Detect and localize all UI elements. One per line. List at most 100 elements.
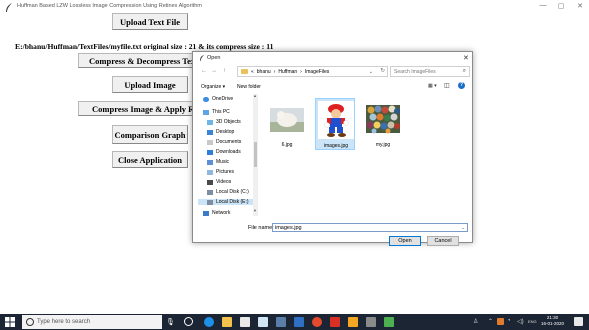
preview-pane-icon[interactable]: ◫ — [444, 82, 450, 89]
image-thumbnail — [366, 105, 400, 134]
music-icon — [207, 159, 213, 165]
breadcrumb-overflow[interactable]: « — [251, 69, 254, 75]
store-icon[interactable] — [240, 317, 250, 327]
cancel-button[interactable]: Cancel — [427, 236, 459, 246]
app-icon[interactable] — [294, 317, 304, 327]
tray-app-icon[interactable] — [497, 318, 504, 325]
file-item[interactable]: my.jpg — [363, 98, 403, 150]
image-thumbnail — [318, 101, 354, 139]
folder-icon — [241, 69, 248, 74]
scroll-down-icon[interactable]: ▼ — [253, 208, 257, 213]
document-icon — [207, 139, 213, 145]
file-name-input[interactable]: images.jpg ⌄ — [272, 223, 468, 232]
notepad-icon[interactable] — [366, 317, 376, 327]
compress-decompress-text-button[interactable]: Compress & Decompress Text — [78, 53, 193, 68]
pdf-icon[interactable] — [330, 317, 340, 327]
maximize-button[interactable]: ▢ — [556, 2, 566, 10]
file-name-value: images.jpg — [275, 224, 302, 231]
help-icon[interactable]: ? — [458, 82, 465, 89]
language-indicator[interactable]: ENG — [528, 319, 537, 324]
feather-icon — [200, 55, 204, 61]
navigation-pane: OneDrive This PC 3D Objects Desktop Docu… — [197, 94, 254, 216]
taskbar-search-input[interactable]: Type here to search — [22, 315, 162, 329]
image-thumbnail — [270, 108, 304, 132]
view-options-icon[interactable]: ▦ ▾ — [428, 83, 437, 89]
app-title: Huffman Based LZW Lossless Image Compres… — [17, 3, 202, 9]
network-icon[interactable]: ◔ — [507, 318, 511, 324]
search-icon: ⌕ — [462, 68, 466, 74]
nav-scrollbar[interactable]: ▲ ▼ — [253, 93, 258, 216]
compress-image-retinex-button[interactable]: Compress Image & Apply Retinex — [78, 101, 193, 116]
file-list: 6.jpg images.jpg my.jpg — [259, 94, 470, 216]
file-name: images.jpg — [323, 143, 349, 149]
breadcrumb-separator: › — [273, 68, 276, 75]
nav-item-desktop[interactable]: Desktop — [207, 129, 234, 135]
chrome-icon[interactable] — [312, 317, 322, 327]
clock-date: 16-01-2020 — [541, 321, 565, 326]
comparison-graph-button[interactable]: Comparison Graph — [112, 125, 188, 144]
upload-image-button[interactable]: Upload Image — [112, 76, 188, 93]
file-name: my.jpg — [375, 142, 391, 148]
scrollbar-thumb[interactable] — [254, 142, 257, 167]
close-application-button[interactable]: Close Application — [112, 151, 188, 168]
photos-icon[interactable] — [258, 317, 268, 327]
breadcrumb-imagefiles[interactable]: ImageFiles — [305, 69, 329, 75]
nav-item-local-disk-e[interactable]: Local Disk (E:) — [198, 199, 254, 205]
scroll-up-icon[interactable]: ▲ — [253, 93, 257, 98]
taskbar-search-placeholder: Type here to search — [37, 319, 91, 325]
search-input[interactable]: Search ImageFiles ⌕ — [390, 66, 470, 77]
nav-item-downloads[interactable]: Downloads — [207, 149, 241, 155]
feather-icon — [6, 3, 12, 12]
network-icon — [203, 210, 209, 216]
nav-item-3d-objects[interactable]: 3D Objects — [207, 119, 241, 125]
file-item-selected[interactable]: images.jpg — [315, 98, 355, 150]
organize-menu[interactable]: Organize ▾ — [201, 84, 225, 90]
volume-icon[interactable]: ◁) — [517, 318, 524, 325]
forward-arrow-icon[interactable]: → — [211, 68, 217, 74]
breadcrumb-bhanu[interactable]: bhanu — [257, 69, 271, 75]
refresh-icon[interactable]: ↻ — [380, 68, 385, 74]
file-name: 6.jpg — [281, 142, 293, 148]
nav-item-videos[interactable]: Videos — [207, 179, 231, 185]
breadcrumb-huffman[interactable]: Huffman — [278, 69, 297, 75]
task-view-icon[interactable] — [184, 317, 193, 326]
nav-item-onedrive[interactable]: OneDrive — [203, 96, 233, 102]
compression-result-text: E:/bhanu/Huffman/TextFiles/myfile.txt or… — [15, 42, 274, 51]
windows-start-icon[interactable] — [5, 317, 15, 327]
clock[interactable]: 21:30 16-01-2020 — [541, 315, 564, 327]
nav-item-pictures[interactable]: Pictures — [207, 169, 234, 175]
minimize-button[interactable]: — — [538, 2, 548, 9]
chevron-down-icon[interactable]: ⌄ — [461, 225, 465, 231]
up-arrow-icon[interactable]: ↑ — [223, 68, 226, 74]
python-icon[interactable] — [348, 317, 358, 327]
desktop-icon — [207, 129, 213, 135]
edge-browser-icon[interactable] — [204, 317, 214, 327]
nav-item-network[interactable]: Network — [203, 210, 230, 216]
search-placeholder: Search ImageFiles — [394, 68, 436, 75]
show-hidden-icons-chevron-icon[interactable]: ⌃ — [488, 318, 493, 325]
chevron-down-icon[interactable]: ⌄ — [369, 69, 373, 75]
app-icon[interactable] — [384, 317, 394, 327]
file-item[interactable]: 6.jpg — [267, 98, 307, 150]
upload-text-file-button[interactable]: Upload Text File — [112, 13, 188, 30]
nav-item-music[interactable]: Music — [207, 159, 229, 165]
back-arrow-icon[interactable]: ← — [201, 68, 207, 74]
nav-item-this-pc[interactable]: This PC — [203, 109, 230, 115]
drive-icon — [207, 189, 213, 195]
taskbar: Type here to search 🎙 ♙ ⌃ ◔ ◁) ENG 21:30… — [0, 314, 589, 330]
new-folder-button[interactable]: New folder — [237, 84, 261, 90]
person-icon[interactable]: ♙ — [473, 318, 478, 325]
open-button[interactable]: Open — [389, 236, 421, 246]
app-icon[interactable] — [276, 317, 286, 327]
file-explorer-icon[interactable] — [222, 317, 232, 327]
nav-item-documents[interactable]: Documents — [207, 139, 241, 145]
microphone-icon[interactable]: 🎙 — [166, 318, 175, 326]
close-window-button[interactable]: ✕ — [575, 2, 585, 10]
file-name-label: File name: — [248, 225, 274, 231]
address-bar[interactable]: « bhanu › Huffman › ImageFiles ⌄ ↻ — [237, 66, 388, 77]
notifications-icon[interactable] — [574, 317, 583, 326]
dialog-toolbar: Organize ▾ New folder ▦ ▾ ◫ ? — [193, 81, 472, 92]
dialog-close-button[interactable]: ✕ — [463, 54, 469, 62]
nav-item-local-disk-c[interactable]: Local Disk (C:) — [207, 189, 249, 195]
cube-icon — [207, 119, 213, 125]
